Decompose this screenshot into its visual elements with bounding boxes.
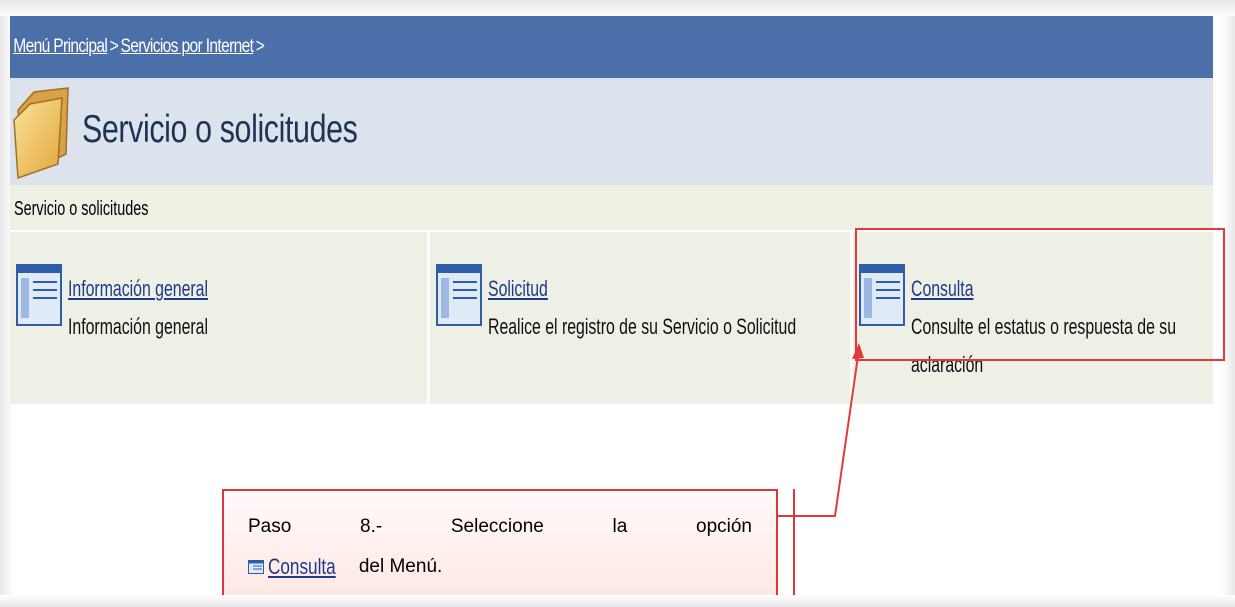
page-icon bbox=[436, 264, 482, 326]
annotation-suffix: del Menú. bbox=[358, 556, 443, 577]
breadcrumb-bar: Menú Principal > Servicios por Internet > bbox=[10, 16, 1213, 78]
annotation-word: 8.- bbox=[360, 516, 383, 537]
annotation-word: la bbox=[612, 516, 628, 537]
annotation-consulta-link[interactable]: Consulta bbox=[268, 545, 336, 589]
page-icon bbox=[16, 264, 62, 326]
breadcrumb-link-servicios-internet[interactable]: Servicios por Internet bbox=[121, 36, 254, 57]
annotation-line-1: Paso 8.- Seleccione la opción bbox=[248, 505, 752, 549]
top-shade bbox=[0, 0, 1235, 16]
folder-icon bbox=[13, 87, 69, 180]
breadcrumb-separator: > bbox=[255, 36, 265, 57]
page-icon bbox=[248, 560, 264, 574]
annotation-word: opción bbox=[696, 516, 752, 537]
title-bar: Servicio o solicitudes bbox=[10, 78, 1213, 185]
tile-text: Información general Información general bbox=[68, 270, 208, 346]
section-bar: Servicio o solicitudes bbox=[10, 185, 1213, 230]
tile-link-solicitud[interactable]: Solicitud bbox=[488, 270, 796, 308]
tile-informacion-general[interactable]: Información general Información general bbox=[10, 230, 427, 404]
annotation-callout: Paso 8.- Seleccione la opción Consulta d… bbox=[222, 489, 778, 601]
section-label: Servicio o solicitudes bbox=[14, 198, 149, 220]
page-title: Servicio o solicitudes bbox=[82, 108, 358, 151]
screenshot-frame: Menú Principal > Servicios por Internet > S… bbox=[0, 0, 1235, 607]
bottom-shade bbox=[0, 595, 1235, 607]
tile-solicitud[interactable]: Solicitud Realice el registro de su Serv… bbox=[427, 230, 850, 404]
breadcrumb-separator: > bbox=[109, 36, 119, 57]
tile-description: Información general bbox=[68, 314, 209, 339]
breadcrumb: Menú Principal > Servicios por Internet > bbox=[10, 36, 267, 58]
tile-text: Solicitud Realice el registro de su Serv… bbox=[488, 270, 796, 346]
consulta-highlight-box bbox=[855, 228, 1225, 361]
annotation-word: Seleccione bbox=[450, 516, 544, 537]
tile-link-informacion-general[interactable]: Información general bbox=[68, 270, 208, 308]
annotation-line-2: Consulta del Menú. bbox=[248, 545, 752, 589]
annotation-word: Paso bbox=[248, 516, 292, 537]
breadcrumb-link-menu-principal[interactable]: Menú Principal bbox=[13, 36, 108, 57]
tile-description: Realice el registro de su Servicio o Sol… bbox=[488, 314, 797, 339]
